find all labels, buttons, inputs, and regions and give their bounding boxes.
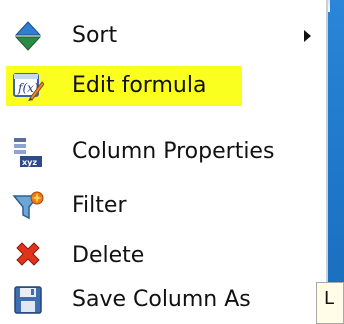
menu-item-edit-formula[interactable]: f(x) Edit formula [0, 62, 320, 110]
submenu-arrow-icon [304, 30, 311, 42]
panel-label: L [324, 288, 335, 309]
menu-item-save-column-as[interactable]: Save Column As [0, 276, 320, 324]
menu-item-label: Filter [72, 193, 127, 218]
menu-item-sort[interactable]: Sort [0, 12, 320, 60]
menu-item-filter[interactable]: Filter [0, 182, 320, 230]
menu-item-label: Edit formula [72, 73, 207, 98]
menu-item-label: Delete [72, 243, 145, 268]
formula-edit-icon: f(x) [13, 73, 44, 101]
menu-item-label: Column Properties [72, 139, 275, 164]
svg-text:xyz: xyz [22, 158, 37, 167]
menu-item-label: Sort [72, 23, 118, 48]
menu-item-label: Save Column As [72, 287, 251, 312]
underlying-panel: L [316, 282, 344, 324]
filter-funnel-icon [12, 191, 44, 220]
sort-arrows-icon [14, 21, 42, 51]
menu-item-delete[interactable]: Delete [0, 232, 320, 280]
delete-x-icon [16, 242, 40, 266]
menu-item-column-properties[interactable]: xyz Column Properties [0, 128, 320, 176]
save-disk-icon [14, 286, 42, 314]
context-menu: Sort f(x) Edit formula xyz Column Proper… [0, 0, 328, 324]
column-properties-icon: xyz [14, 138, 42, 167]
